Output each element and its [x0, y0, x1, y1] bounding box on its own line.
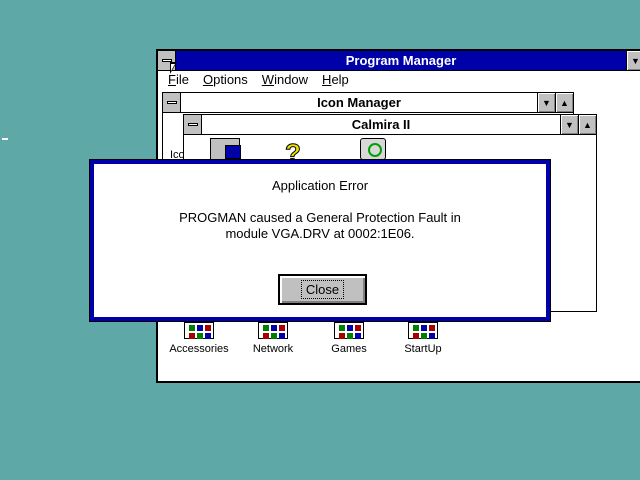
- close-button[interactable]: Close: [278, 274, 367, 305]
- group-icon-accessories[interactable]: Accessories: [164, 317, 234, 355]
- group-icon-games[interactable]: Games: [314, 317, 384, 355]
- group-icon-network[interactable]: Network: [238, 317, 308, 355]
- maximize-button[interactable]: ▲: [555, 93, 573, 112]
- group-icon-startup[interactable]: StartUp: [388, 317, 458, 355]
- window-title: Program Manager: [345, 53, 457, 68]
- recycle-bin-icon[interactable]: [360, 138, 386, 160]
- error-message-line: module VGA.DRV at 0002:1E06.: [225, 226, 415, 241]
- application-error-dialog: Application Error PROGMAN caused a Gener…: [89, 159, 551, 322]
- icon-manager-titlebar[interactable]: Icon Manager ▼ ▲: [163, 93, 573, 113]
- desktop-artifact: [2, 138, 8, 140]
- group-label: Accessories: [169, 343, 229, 355]
- system-menu-button[interactable]: [163, 93, 181, 112]
- menu-help[interactable]: Help: [322, 72, 349, 90]
- menu-window[interactable]: Window: [262, 72, 308, 90]
- error-message-line: PROGMAN caused a General Protection Faul…: [179, 210, 461, 225]
- menu-options[interactable]: Options: [203, 72, 248, 90]
- minimize-button[interactable]: ▼: [626, 51, 640, 70]
- window-title: Calmira II: [351, 117, 411, 132]
- group-label: Games: [331, 343, 367, 355]
- menu-bar: File Options Window Help: [158, 72, 640, 90]
- maximize-button[interactable]: ▲: [578, 115, 596, 134]
- group-label: Network: [252, 343, 294, 355]
- window-title: Icon Manager: [317, 95, 401, 110]
- dialog-title: Application Error: [271, 178, 369, 193]
- mouse-pointer-icon: [170, 62, 177, 74]
- close-button-label: Close: [300, 280, 345, 299]
- program-manager-titlebar[interactable]: Program Manager ▼: [158, 51, 640, 71]
- system-menu-button[interactable]: [184, 115, 202, 134]
- calmira-titlebar[interactable]: Calmira II ▼ ▲: [184, 115, 596, 135]
- minimize-button[interactable]: ▼: [560, 115, 578, 134]
- computer-icon[interactable]: [210, 138, 241, 160]
- group-label: StartUp: [404, 343, 442, 355]
- menu-file[interactable]: File: [168, 72, 189, 90]
- minimize-button[interactable]: ▼: [537, 93, 555, 112]
- error-message: PROGMAN caused a General Protection Faul…: [114, 210, 526, 242]
